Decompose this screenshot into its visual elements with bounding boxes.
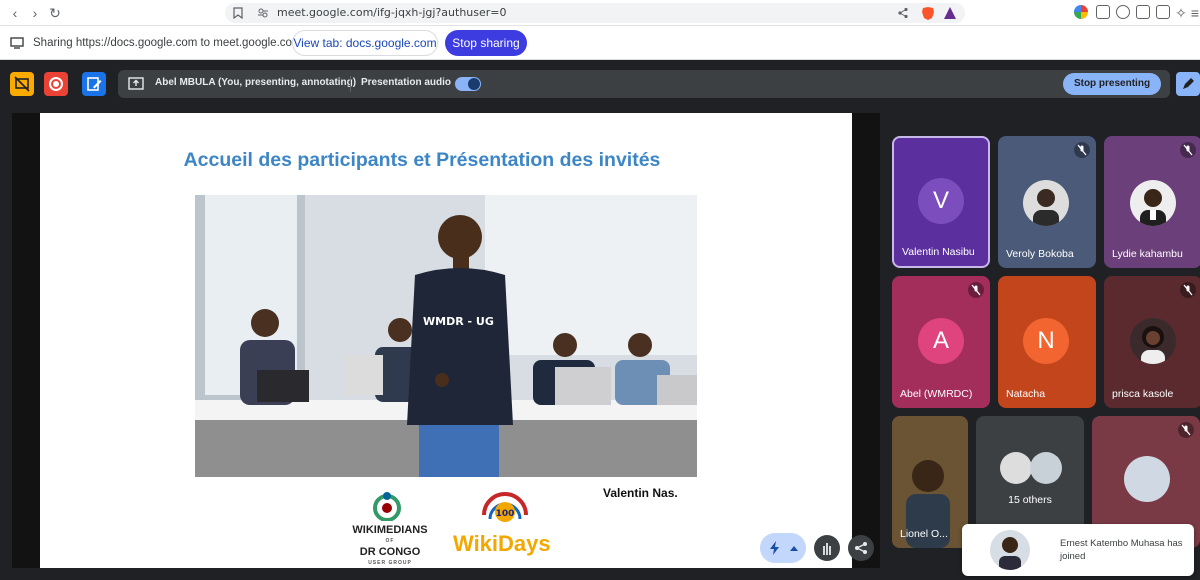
brave-icon[interactable] (921, 6, 935, 20)
mic-off-icon (1180, 282, 1196, 298)
raise-hand-button[interactable] (814, 535, 840, 561)
logo-line-1: WIKIMEDIANS (352, 524, 428, 536)
record-button[interactable] (44, 72, 68, 96)
participant-name: Lydie kahambu (1112, 248, 1183, 260)
participant-tile[interactable]: Lionel O... (892, 416, 968, 548)
logo-line-2: DR CONGO (359, 546, 421, 558)
hide-annotations-button[interactable] (10, 72, 34, 96)
presenter-name: Abel MBULA (You, presenting, annotating) (155, 77, 357, 88)
join-notification-text: Ernest Katembo Muhasa has joined (1060, 538, 1183, 562)
sharing-bar: Sharing https://docs.google.com to meet.… (0, 26, 1200, 60)
pen-button[interactable] (1176, 72, 1200, 96)
forward-icon[interactable]: › (26, 4, 44, 22)
presentation-audio-label: Presentation audio (361, 77, 452, 88)
share-link-button[interactable] (848, 535, 874, 561)
participant-name: Abel (WMRDC) (900, 388, 973, 400)
shirt-text: WMDR - UG (423, 315, 494, 328)
view-tab-button[interactable]: View tab: docs.google.com (292, 30, 438, 56)
participant-tile[interactable]: prisca kasole (1104, 276, 1200, 408)
wikimedians-logo-text: WIKIMEDIANS OF DR CONGO USER GROUP (342, 525, 438, 569)
annotate-icon (87, 77, 102, 91)
participant-tile[interactable]: N Natacha (998, 276, 1096, 408)
avatar: V (918, 178, 964, 224)
annotate-button[interactable] (82, 72, 106, 96)
avatar (1030, 452, 1062, 484)
participant-tile[interactable]: Veroly Bokoba (998, 136, 1096, 268)
camera-icon[interactable] (1096, 5, 1110, 19)
extension-icon[interactable] (1074, 5, 1088, 19)
presenting-pill: Abel MBULA (You, presenting, annotating)… (118, 70, 1170, 98)
browser-toolbar: ‹ › ↻ meet.google.com/ifg-jqxh-jgj?authu… (0, 0, 1200, 26)
presentation-audio-toggle[interactable] (455, 77, 481, 91)
avatar: A (918, 318, 964, 364)
others-count: 15 others (1008, 494, 1052, 506)
rewards-icon[interactable] (943, 6, 957, 20)
avatar (1130, 318, 1176, 364)
wikidays-badge-icon: 100 (482, 492, 528, 522)
wikimedia-logo-icon (373, 492, 401, 521)
mic-off-icon (968, 282, 984, 298)
stop-sharing-button[interactable]: Stop sharing (445, 30, 527, 56)
participant-name: prisca kasole (1112, 388, 1174, 400)
avatar (990, 530, 1030, 570)
logo-line-3: USER GROUP (368, 560, 412, 566)
share-node-icon (855, 542, 867, 554)
slide-title: Accueil des participants et Présentation… (183, 149, 661, 171)
record-icon (49, 77, 63, 91)
present-icon (128, 77, 144, 90)
screen-share-icon (10, 37, 24, 49)
wikidays-badge-text: 100 (496, 509, 515, 519)
avatar (1000, 452, 1032, 484)
present-off-icon (14, 76, 30, 92)
participant-name: Lionel O... (900, 528, 948, 540)
lightning-icon (770, 541, 779, 555)
participant-tile[interactable]: Lydie kahambu (1104, 136, 1200, 268)
mic-off-icon (1178, 422, 1194, 438)
divider (350, 76, 351, 92)
avatar (1124, 456, 1170, 502)
slide-photo: WMDR - UG (195, 195, 697, 477)
address-bar[interactable]: meet.google.com/ifg-jqxh-jgj?authuser=0 (225, 3, 965, 23)
sharing-status-text: Sharing https://docs.google.com to meet.… (33, 37, 302, 49)
puzzle-icon[interactable] (1136, 5, 1150, 19)
mic-off-icon (1074, 142, 1090, 158)
sidebar-icon[interactable] (1156, 5, 1170, 19)
pen-icon (1183, 78, 1194, 89)
share-icon[interactable] (897, 7, 909, 19)
wikidays-text: WikiDays (453, 531, 551, 556)
url-text[interactable]: meet.google.com/ifg-jqxh-jgj?authuser=0 (277, 6, 507, 19)
reload-icon[interactable]: ↻ (46, 4, 64, 22)
participant-name: Veroly Bokoba (1006, 248, 1074, 260)
participant-name: Natacha (1006, 388, 1046, 400)
participant-name: Valentin Nasibu (902, 246, 975, 258)
cookie-icon[interactable] (1116, 5, 1130, 19)
join-notification: Ernest Katembo Muhasa has joined (962, 524, 1194, 576)
hand-icon (823, 543, 831, 555)
volume-icon (468, 78, 480, 90)
site-settings-icon[interactable] (257, 7, 269, 19)
avatar: N (1023, 318, 1069, 364)
participant-tile[interactable]: V Valentin Nasibu (892, 136, 990, 268)
presentation-stage: Accueil des participants et Présentation… (12, 113, 880, 568)
slide-speaker-name: Valentin Nas. (603, 486, 678, 500)
meet-presentation-bar: Abel MBULA (You, presenting, annotating)… (0, 60, 1200, 108)
mic-off-icon (1180, 142, 1196, 158)
slide: Accueil des participants et Présentation… (40, 113, 852, 568)
menu-icon[interactable]: ≡ (1186, 4, 1200, 22)
chevron-up-icon (790, 546, 798, 551)
reactions-button[interactable] (760, 533, 806, 563)
avatar (1130, 180, 1176, 226)
back-icon[interactable]: ‹ (6, 4, 24, 22)
participant-tile[interactable]: A Abel (WMRDC) (892, 276, 990, 408)
bookmark-icon[interactable] (233, 7, 243, 19)
avatar (1023, 180, 1069, 226)
stop-presenting-button[interactable]: Stop presenting (1063, 73, 1161, 95)
